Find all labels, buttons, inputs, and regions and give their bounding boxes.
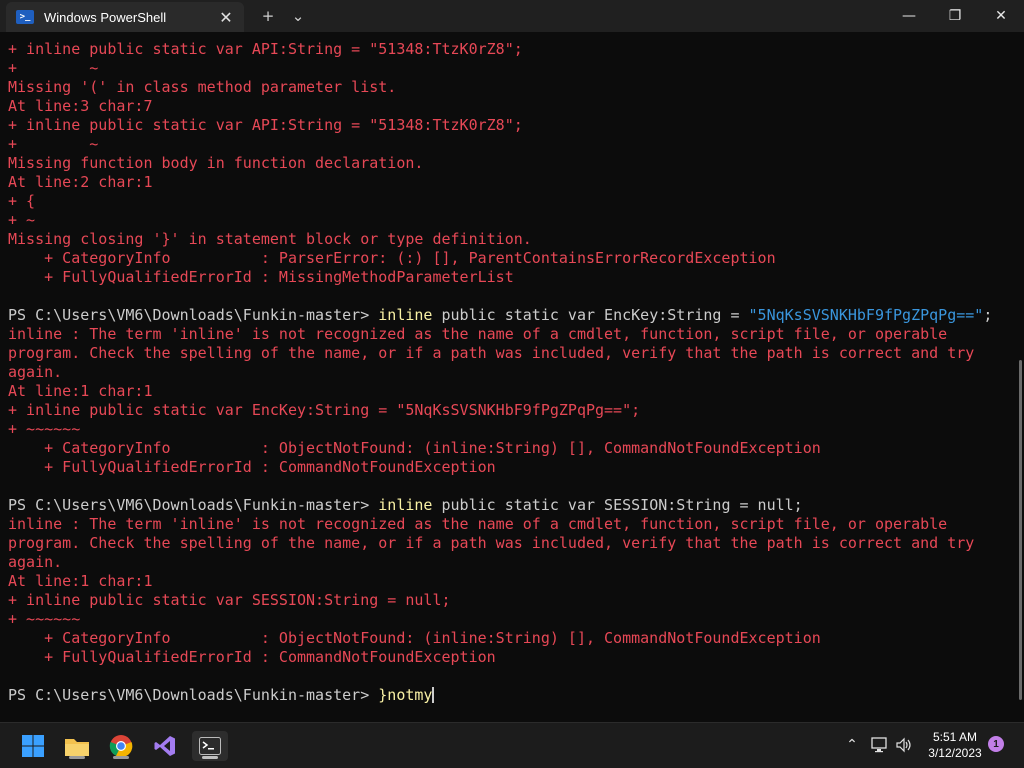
tab-windows-powershell[interactable]: >_ Windows PowerShell ✕ bbox=[6, 2, 244, 32]
error-line: + CategoryInfo : ObjectNotFound: (inline… bbox=[8, 439, 821, 457]
running-indicator bbox=[113, 756, 129, 759]
close-button[interactable]: ✕ bbox=[978, 0, 1024, 32]
error-line: Missing '(' in class method parameter li… bbox=[8, 78, 397, 96]
error-line: + inline public static var API:String = … bbox=[8, 40, 523, 58]
clock-date: 3/12/2023 bbox=[928, 746, 982, 760]
error-line: At line:3 char:7 bbox=[8, 97, 153, 115]
network-icon[interactable] bbox=[870, 735, 890, 755]
error-line: + inline public static var EncKey:String… bbox=[8, 401, 641, 419]
error-line: again. bbox=[8, 553, 63, 571]
scrollbar[interactable] bbox=[1019, 360, 1022, 700]
prompt-text: PS C:\Users\VM6\Downloads\Funkin-master> bbox=[8, 496, 379, 514]
error-line: program. Check the spelling of the name,… bbox=[8, 344, 975, 362]
prompt-line: PS C:\Users\VM6\Downloads\Funkin-master>… bbox=[8, 686, 1012, 705]
new-tab-button[interactable]: + bbox=[256, 4, 280, 28]
powershell-icon: >_ bbox=[16, 10, 34, 24]
error-line: At line:2 char:1 bbox=[8, 173, 153, 191]
tab-title: Windows PowerShell bbox=[44, 9, 167, 25]
error-line: + inline public static var API:String = … bbox=[8, 116, 523, 134]
minimize-button[interactable]: — bbox=[886, 0, 932, 32]
error-line: inline : The term 'inline' is not recogn… bbox=[8, 515, 948, 533]
error-line: + FullyQualifiedErrorId : CommandNotFoun… bbox=[8, 648, 496, 666]
notification-badge[interactable]: 1 bbox=[988, 736, 1004, 752]
powershell-window: >_ Windows PowerShell ✕ + ⌄ — ❐ ✕ + inli… bbox=[0, 0, 1024, 722]
argument-text: public static var SESSION:String = null; bbox=[432, 496, 803, 514]
start-button[interactable] bbox=[18, 731, 48, 761]
string-literal: "5NqKsSVSNKHbF9fPgZPqPg==" bbox=[748, 306, 984, 324]
command-text: inline bbox=[378, 496, 433, 514]
windows-start-icon bbox=[22, 735, 44, 757]
argument-tail: ; bbox=[983, 306, 993, 324]
error-line: inline : The term 'inline' is not recogn… bbox=[8, 325, 948, 343]
error-line: + ~~~~~~ bbox=[8, 610, 81, 628]
terminal-output[interactable]: + inline public static var API:String = … bbox=[8, 40, 1012, 720]
file-explorer-button[interactable] bbox=[62, 731, 92, 761]
error-line: again. bbox=[8, 363, 63, 381]
tab-bar: >_ Windows PowerShell ✕ + ⌄ — ❐ ✕ bbox=[0, 0, 1024, 32]
close-tab-icon[interactable]: ✕ bbox=[214, 5, 238, 29]
error-line: + inline public static var SESSION:Strin… bbox=[8, 591, 451, 609]
error-line: + ~ bbox=[8, 211, 36, 229]
error-line: + CategoryInfo : ParserError: (:) [], Pa… bbox=[8, 249, 776, 267]
terminal-icon bbox=[199, 737, 221, 755]
error-line: + ~ bbox=[8, 135, 99, 153]
prompt-text: PS C:\Users\VM6\Downloads\Funkin-master> bbox=[8, 686, 379, 704]
chrome-button[interactable] bbox=[106, 731, 136, 761]
error-line: Missing closing '}' in statement block o… bbox=[8, 230, 532, 248]
prompt-line: PS C:\Users\VM6\Downloads\Funkin-master>… bbox=[8, 496, 1012, 515]
error-line: program. Check the spelling of the name,… bbox=[8, 534, 975, 552]
prompt-line: PS C:\Users\VM6\Downloads\Funkin-master>… bbox=[8, 306, 1012, 325]
command-text: inline bbox=[378, 306, 433, 324]
clock-time: 5:51 AM bbox=[932, 730, 978, 744]
text-cursor bbox=[432, 687, 435, 703]
error-line: + FullyQualifiedErrorId : CommandNotFoun… bbox=[8, 458, 496, 476]
error-line: + CategoryInfo : ObjectNotFound: (inline… bbox=[8, 629, 821, 647]
show-hidden-icons-chevron-icon[interactable]: ⌃ bbox=[842, 735, 862, 755]
error-line: Missing function body in function declar… bbox=[8, 154, 424, 172]
error-line: + { bbox=[8, 192, 36, 210]
visual-studio-button[interactable] bbox=[150, 731, 180, 761]
volume-icon[interactable] bbox=[894, 735, 914, 755]
running-indicator bbox=[69, 756, 85, 759]
error-line: At line:1 char:1 bbox=[8, 572, 153, 590]
active-indicator bbox=[202, 756, 218, 759]
maximize-button[interactable]: ❐ bbox=[932, 0, 978, 32]
command-text: }notmy bbox=[378, 686, 433, 704]
error-line: + ~~~~~~ bbox=[8, 420, 81, 438]
terminal-button[interactable] bbox=[192, 731, 228, 761]
error-line: At line:1 char:1 bbox=[8, 382, 153, 400]
chrome-icon bbox=[109, 735, 133, 758]
error-line: + ~ bbox=[8, 59, 99, 77]
tab-dropdown-icon[interactable]: ⌄ bbox=[286, 4, 310, 28]
prompt-text: PS C:\Users\VM6\Downloads\Funkin-master> bbox=[8, 306, 379, 324]
folder-icon bbox=[65, 739, 89, 756]
visual-studio-icon bbox=[154, 736, 175, 756]
clock[interactable]: 5:51 AM 3/12/2023 bbox=[916, 729, 994, 761]
error-line: + FullyQualifiedErrorId : MissingMethodP… bbox=[8, 268, 514, 286]
taskbar: ⌃ 5:51 AM 3/12/2023 bbox=[0, 722, 1024, 768]
argument-text: public static var EncKey:String = bbox=[432, 306, 749, 324]
